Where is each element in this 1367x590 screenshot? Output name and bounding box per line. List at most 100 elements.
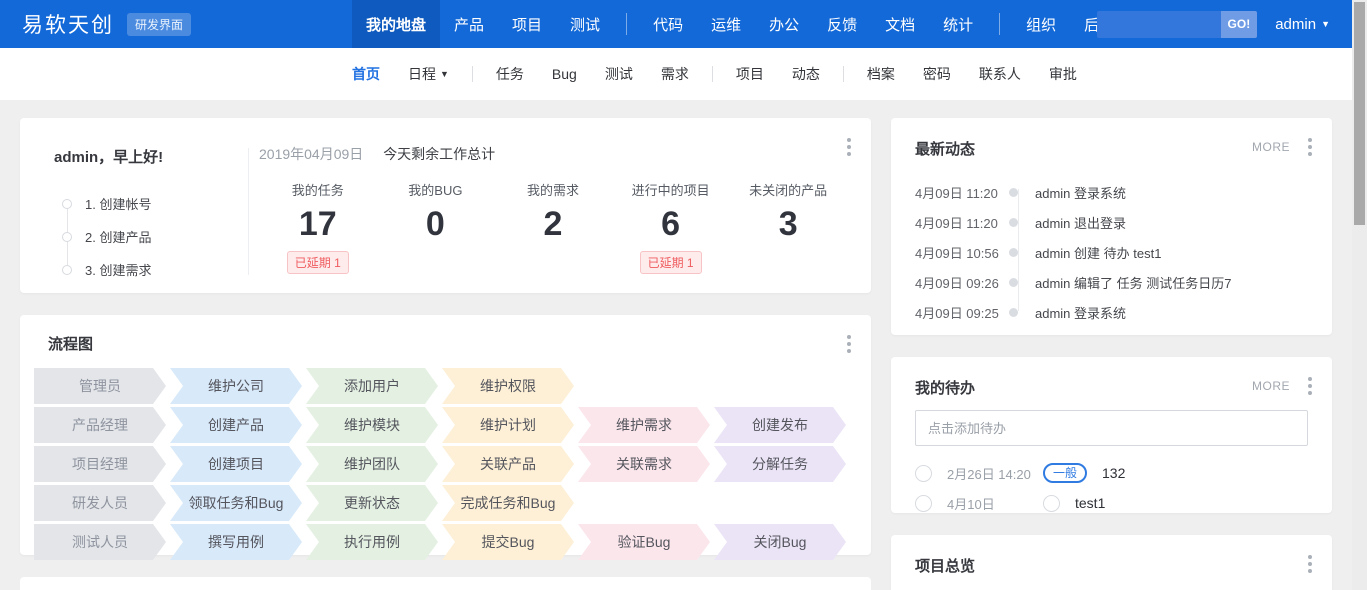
flow-step[interactable]: 维护公司: [170, 368, 302, 404]
flowchart-row-developer: 研发人员领取任务和Bug更新状态完成任务和Bug: [34, 485, 857, 521]
topbar-nav-item[interactable]: 代码: [639, 0, 697, 48]
flow-step[interactable]: 维护需求: [578, 407, 710, 443]
user-menu[interactable]: admin ▼: [1275, 16, 1330, 33]
flow-step[interactable]: 添加用户: [306, 368, 438, 404]
subnav-item[interactable]: 密码 ▼: [909, 64, 965, 84]
flow-step[interactable]: 创建产品: [170, 407, 302, 443]
timeline-dot-icon: [1009, 218, 1018, 227]
subnav-item[interactable]: 测试 ▼: [591, 64, 647, 84]
subnav-item[interactable]: ▼: [712, 66, 713, 82]
activity-text[interactable]: admin 退出登录: [1035, 213, 1126, 232]
topbar-nav-item[interactable]: 组织: [1012, 0, 1070, 48]
subnav-item[interactable]: 需求 ▼: [647, 64, 703, 84]
activity-text[interactable]: admin 登录系统: [1035, 303, 1126, 322]
subnav-item[interactable]: Bug ▼: [538, 66, 591, 82]
todo-text[interactable]: 132: [1102, 465, 1125, 481]
kebab-menu-icon[interactable]: [1306, 375, 1314, 397]
kebab-menu-icon[interactable]: [845, 333, 853, 355]
my-todo-title: 我的待办: [915, 380, 975, 397]
flow-step[interactable]: 产品经理: [34, 407, 166, 443]
flow-step[interactable]: 维护计划: [442, 407, 574, 443]
topbar-nav-item[interactable]: [626, 13, 627, 35]
kebab-menu-icon[interactable]: [1306, 136, 1314, 158]
step-dot-icon: [62, 199, 72, 209]
flow-step[interactable]: 项目经理: [34, 446, 166, 482]
brand-badge: 研发界面: [127, 13, 191, 36]
kebab-menu-icon[interactable]: [845, 136, 853, 158]
subnav-item[interactable]: 任务 ▼: [482, 64, 538, 84]
more-link[interactable]: MORE: [1252, 140, 1290, 154]
flow-step[interactable]: 关闭Bug: [714, 524, 846, 560]
flow-step[interactable]: 创建发布: [714, 407, 846, 443]
subnav-item[interactable]: ▼: [472, 66, 473, 82]
subnav-item[interactable]: 首页 ▼: [338, 64, 394, 84]
timeline-dot-icon: [1009, 308, 1018, 317]
flow-step[interactable]: 维护团队: [306, 446, 438, 482]
subnav-item[interactable]: 项目 ▼: [722, 64, 778, 84]
topbar-nav-item[interactable]: 测试: [556, 0, 614, 48]
topbar-nav-item[interactable]: 反馈: [813, 0, 871, 48]
subnav-item[interactable]: 联系人 ▼: [965, 64, 1035, 84]
flow-step[interactable]: 提交Bug: [442, 524, 574, 560]
flow-step[interactable]: 管理员: [34, 368, 166, 404]
scrollbar-thumb[interactable]: [1354, 2, 1365, 225]
stat-item[interactable]: 我的任务 17 已延期 1: [259, 180, 377, 274]
scrollbar[interactable]: [1352, 0, 1367, 590]
flow-step[interactable]: 创建项目: [170, 446, 302, 482]
stat-item[interactable]: 未关闭的产品 3: [729, 180, 847, 274]
activity-item: 4月09日 11:20 admin 登录系统: [915, 177, 1308, 207]
flow-step[interactable]: 验证Bug: [578, 524, 710, 560]
flow-step[interactable]: 维护权限: [442, 368, 574, 404]
activity-text[interactable]: admin 编辑了 任务 测试任务日历7: [1035, 273, 1231, 292]
flow-step[interactable]: 维护模块: [306, 407, 438, 443]
kebab-menu-icon[interactable]: [1306, 553, 1314, 575]
subnav-item[interactable]: 档案 ▼: [853, 64, 909, 84]
flow-step[interactable]: 关联产品: [442, 446, 574, 482]
topbar-nav-item[interactable]: 运维: [697, 0, 755, 48]
flow-step[interactable]: 领取任务和Bug: [170, 485, 302, 521]
onboarding-step[interactable]: 1. 创建帐号: [62, 187, 248, 220]
flow-step[interactable]: 关联需求: [578, 446, 710, 482]
search-go-button[interactable]: GO!: [1221, 11, 1258, 38]
topbar-nav-item[interactable]: 产品: [440, 0, 498, 48]
topbar-nav-item[interactable]: 文档: [871, 0, 929, 48]
stat-item[interactable]: 我的BUG 0: [377, 180, 495, 274]
topbar-nav-item[interactable]: 统计: [929, 0, 987, 48]
todo-checkbox[interactable]: [915, 465, 932, 482]
flow-step[interactable]: 执行用例: [306, 524, 438, 560]
subnav-item[interactable]: 动态 ▼: [778, 64, 834, 84]
activity-time: 4月09日 11:20: [915, 183, 1009, 202]
search-input[interactable]: [1097, 11, 1221, 38]
stat-item[interactable]: 我的需求 2: [494, 180, 612, 274]
subnav-item[interactable]: 日程 ▼: [394, 64, 463, 84]
onboarding-step[interactable]: 2. 创建产品: [62, 220, 248, 253]
activity-text[interactable]: admin 登录系统: [1035, 183, 1126, 202]
stat-value: 17: [259, 205, 377, 244]
todo-checkbox[interactable]: [915, 495, 932, 512]
flow-step[interactable]: 更新状态: [306, 485, 438, 521]
topbar-nav-item[interactable]: 项目: [498, 0, 556, 48]
flow-step[interactable]: 分解任务: [714, 446, 846, 482]
more-link[interactable]: MORE: [1252, 379, 1290, 393]
topbar-nav-item[interactable]: 办公: [755, 0, 813, 48]
flow-step[interactable]: 测试人员: [34, 524, 166, 560]
subnav-item[interactable]: ▼: [843, 66, 844, 82]
summary-date: 2019年04月09日: [259, 146, 363, 162]
todo-text[interactable]: test1: [1075, 495, 1105, 511]
project-overview-tools: [1306, 553, 1314, 575]
stat-item[interactable]: 进行中的项目 6 已延期 1: [612, 180, 730, 274]
topbar-nav-item[interactable]: [999, 13, 1000, 35]
add-todo-input[interactable]: [915, 410, 1308, 446]
chevron-down-icon: ▼: [1321, 20, 1330, 29]
subnav-item[interactable]: 审批 ▼: [1035, 64, 1091, 84]
flow-step[interactable]: 完成任务和Bug: [442, 485, 574, 521]
brand: 易软天创 研发界面: [22, 0, 191, 48]
activity-text[interactable]: admin 创建 待办 test1: [1035, 243, 1161, 262]
flow-step[interactable]: 研发人员: [34, 485, 166, 521]
step-label: 1. 创建帐号: [85, 194, 151, 213]
stat-label: 我的任务: [259, 180, 377, 199]
activity-item: 4月09日 10:56 admin 创建 待办 test1: [915, 237, 1308, 267]
flow-step[interactable]: 撰写用例: [170, 524, 302, 560]
onboarding-step[interactable]: 3. 创建需求: [62, 253, 248, 286]
topbar-nav-item[interactable]: 我的地盘: [352, 0, 440, 48]
